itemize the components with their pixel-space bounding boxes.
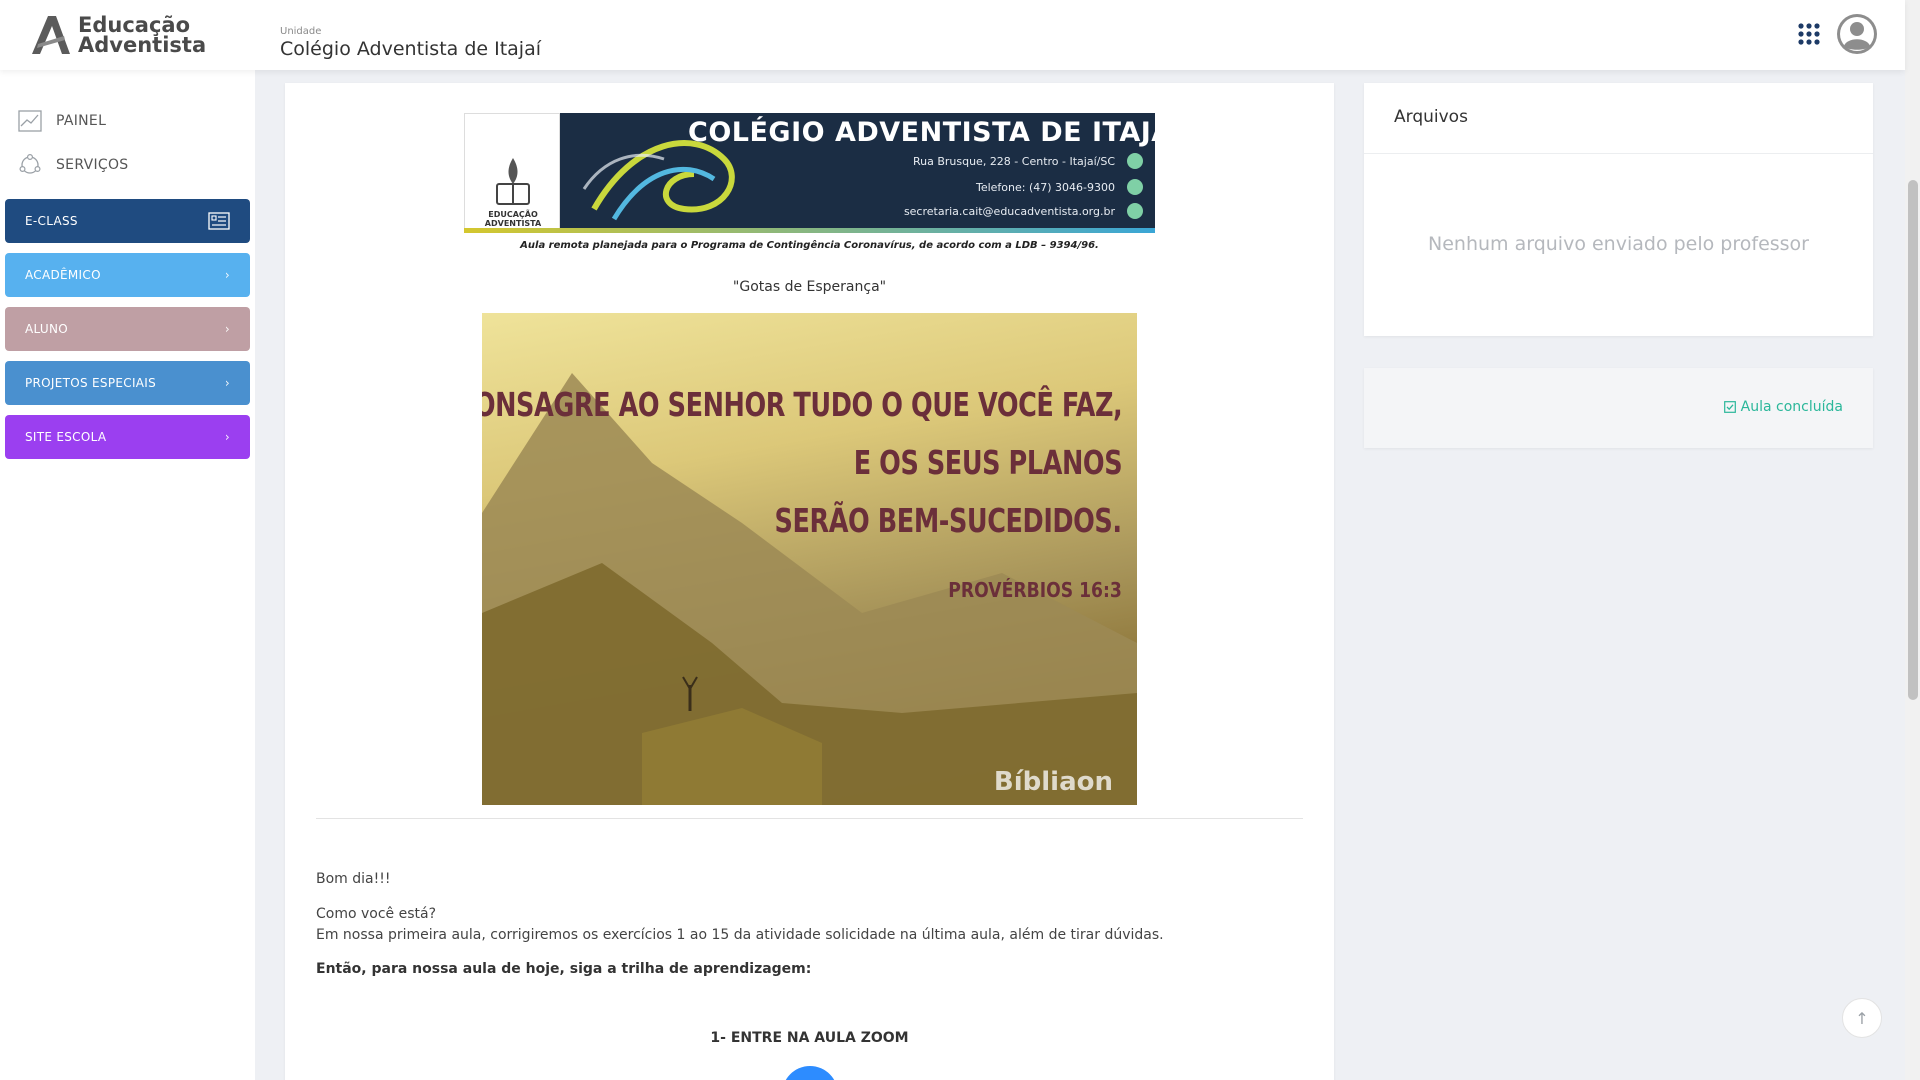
sidebar: PAINEL SERVIÇOS E-CLASS ACADÊMICO › ALUN… bbox=[0, 70, 255, 1080]
sidebar-button-projetos-especiais[interactable]: PROJETOS ESPECIAIS › bbox=[5, 361, 250, 405]
banner-stripe bbox=[464, 228, 1155, 233]
verse-line-1: CONSAGRE AO SENHOR TUDO O QUE VOCÊ FAZ, bbox=[482, 385, 1122, 424]
files-title: Arquivos bbox=[1394, 107, 1468, 127]
sidebar-button-label: PROJETOS ESPECIAIS bbox=[25, 376, 157, 390]
lesson-status-panel: Aula concluída bbox=[1364, 368, 1873, 448]
banner-logo-area: EDUCAÇÃO ADVENTISTA bbox=[464, 113, 560, 229]
lesson-content-card: EDUCAÇÃO ADVENTISTA COLÉGIO ADVENTISTA D… bbox=[285, 83, 1334, 1080]
intro-text: Em nossa primeira aula, corrigiremos os … bbox=[316, 927, 1164, 943]
banner-title: COLÉGIO ADVENTISTA DE ITAJAÍ bbox=[688, 117, 1155, 148]
unit-label: Unidade bbox=[280, 26, 322, 37]
sidebar-button-label: E-CLASS bbox=[25, 214, 78, 228]
location-pin-icon bbox=[1127, 153, 1143, 169]
sidebar-button-label: SITE ESCOLA bbox=[25, 430, 107, 444]
logo-a-icon bbox=[32, 16, 70, 54]
list-card-icon bbox=[208, 212, 230, 230]
sidebar-item-label: SERVIÇOS bbox=[56, 157, 129, 173]
banner-logo-text: EDUCAÇÃO ADVENTISTA bbox=[484, 210, 542, 228]
services-icon bbox=[19, 154, 41, 174]
logo-line-2: Adventista bbox=[78, 33, 207, 57]
chevron-right-icon: › bbox=[224, 268, 230, 282]
chevron-right-icon: › bbox=[224, 430, 230, 444]
verse-reference: PROVÉRBIOS 16:3 bbox=[948, 578, 1122, 602]
banner-address: Rua Brusque, 228 - Centro - Itajaí/SC bbox=[912, 155, 1115, 168]
scrollbar-thumb[interactable] bbox=[1908, 180, 1918, 700]
sidebar-button-label: ACADÊMICO bbox=[25, 268, 101, 282]
sidebar-item-servicos[interactable]: SERVIÇOS bbox=[18, 154, 128, 176]
apps-grid-icon[interactable] bbox=[1798, 23, 1820, 45]
chevron-right-icon: › bbox=[224, 376, 230, 390]
verse-line-3: SERÃO BEM-SUCEDIDOS. bbox=[774, 501, 1123, 540]
scroll-to-top-button[interactable]: ↑ bbox=[1842, 998, 1882, 1038]
content-divider bbox=[316, 818, 1303, 819]
page-scrollbar[interactable] bbox=[1905, 0, 1920, 1080]
sidebar-button-academico[interactable]: ACADÊMICO › bbox=[5, 253, 250, 297]
zoom-icon[interactable] bbox=[782, 1066, 838, 1080]
sidebar-button-e-class[interactable]: E-CLASS bbox=[5, 199, 250, 243]
files-empty-message: Nenhum arquivo enviado pelo professor bbox=[1428, 233, 1809, 255]
unit-info: Unidade Colégio Adventista de Itajaí bbox=[280, 26, 541, 60]
greeting-text: Bom dia!!! bbox=[316, 871, 391, 887]
lesson-completed-label: Aula concluída bbox=[1740, 399, 1843, 415]
sidebar-item-label: PAINEL bbox=[56, 113, 107, 129]
sidebar-button-label: ALUNO bbox=[25, 322, 69, 336]
question-text: Como você está? bbox=[316, 906, 437, 922]
files-panel: Arquivos Nenhum arquivo enviado pelo pro… bbox=[1364, 83, 1873, 336]
sidebar-button-aluno[interactable]: ALUNO › bbox=[5, 307, 250, 351]
trail-text: Então, para nossa aula de hoje, siga a t… bbox=[316, 961, 812, 977]
sidebar-item-painel[interactable]: PAINEL bbox=[18, 110, 106, 132]
logo-line-1: Educação bbox=[78, 13, 190, 37]
lesson-subtitle: "Gotas de Esperança" bbox=[732, 279, 887, 295]
chevron-right-icon: › bbox=[224, 322, 230, 336]
sidebar-button-site-escola[interactable]: SITE ESCOLA › bbox=[5, 415, 250, 459]
arrow-up-icon: ↑ bbox=[1855, 1008, 1869, 1028]
school-banner-image: EDUCAÇÃO ADVENTISTA COLÉGIO ADVENTISTA D… bbox=[464, 113, 1155, 233]
bibliaon-watermark: Bíbliaon bbox=[993, 767, 1113, 797]
files-divider bbox=[1364, 153, 1873, 154]
mail-icon bbox=[1127, 203, 1143, 219]
phone-icon bbox=[1127, 179, 1143, 195]
banner-caption: Aula remota planejada para o Programa de… bbox=[520, 240, 1099, 251]
bible-verse-image: CONSAGRE AO SENHOR TUDO O QUE VOCÊ FAZ, … bbox=[482, 313, 1137, 805]
banner-phone: Telefone: (47) 3046-9300 bbox=[975, 181, 1115, 194]
school-logo-icon bbox=[496, 158, 530, 205]
lesson-completed-button[interactable]: Aula concluída bbox=[1723, 399, 1843, 415]
check-square-icon bbox=[1723, 401, 1736, 413]
chart-icon bbox=[18, 110, 42, 132]
step-1-title: 1- ENTRE NA AULA ZOOM bbox=[710, 1030, 909, 1046]
verse-line-2: E OS SEUS PLANOS bbox=[853, 443, 1123, 482]
banner-email: secretaria.cait@educadventista.org.br bbox=[903, 205, 1115, 218]
unit-name: Colégio Adventista de Itajaí bbox=[280, 38, 542, 60]
top-header: Educação Adventista Unidade Colégio Adve… bbox=[0, 0, 1905, 70]
educacao-adventista-logo[interactable]: Educação Adventista bbox=[28, 14, 206, 56]
user-avatar-icon[interactable] bbox=[1836, 13, 1878, 55]
